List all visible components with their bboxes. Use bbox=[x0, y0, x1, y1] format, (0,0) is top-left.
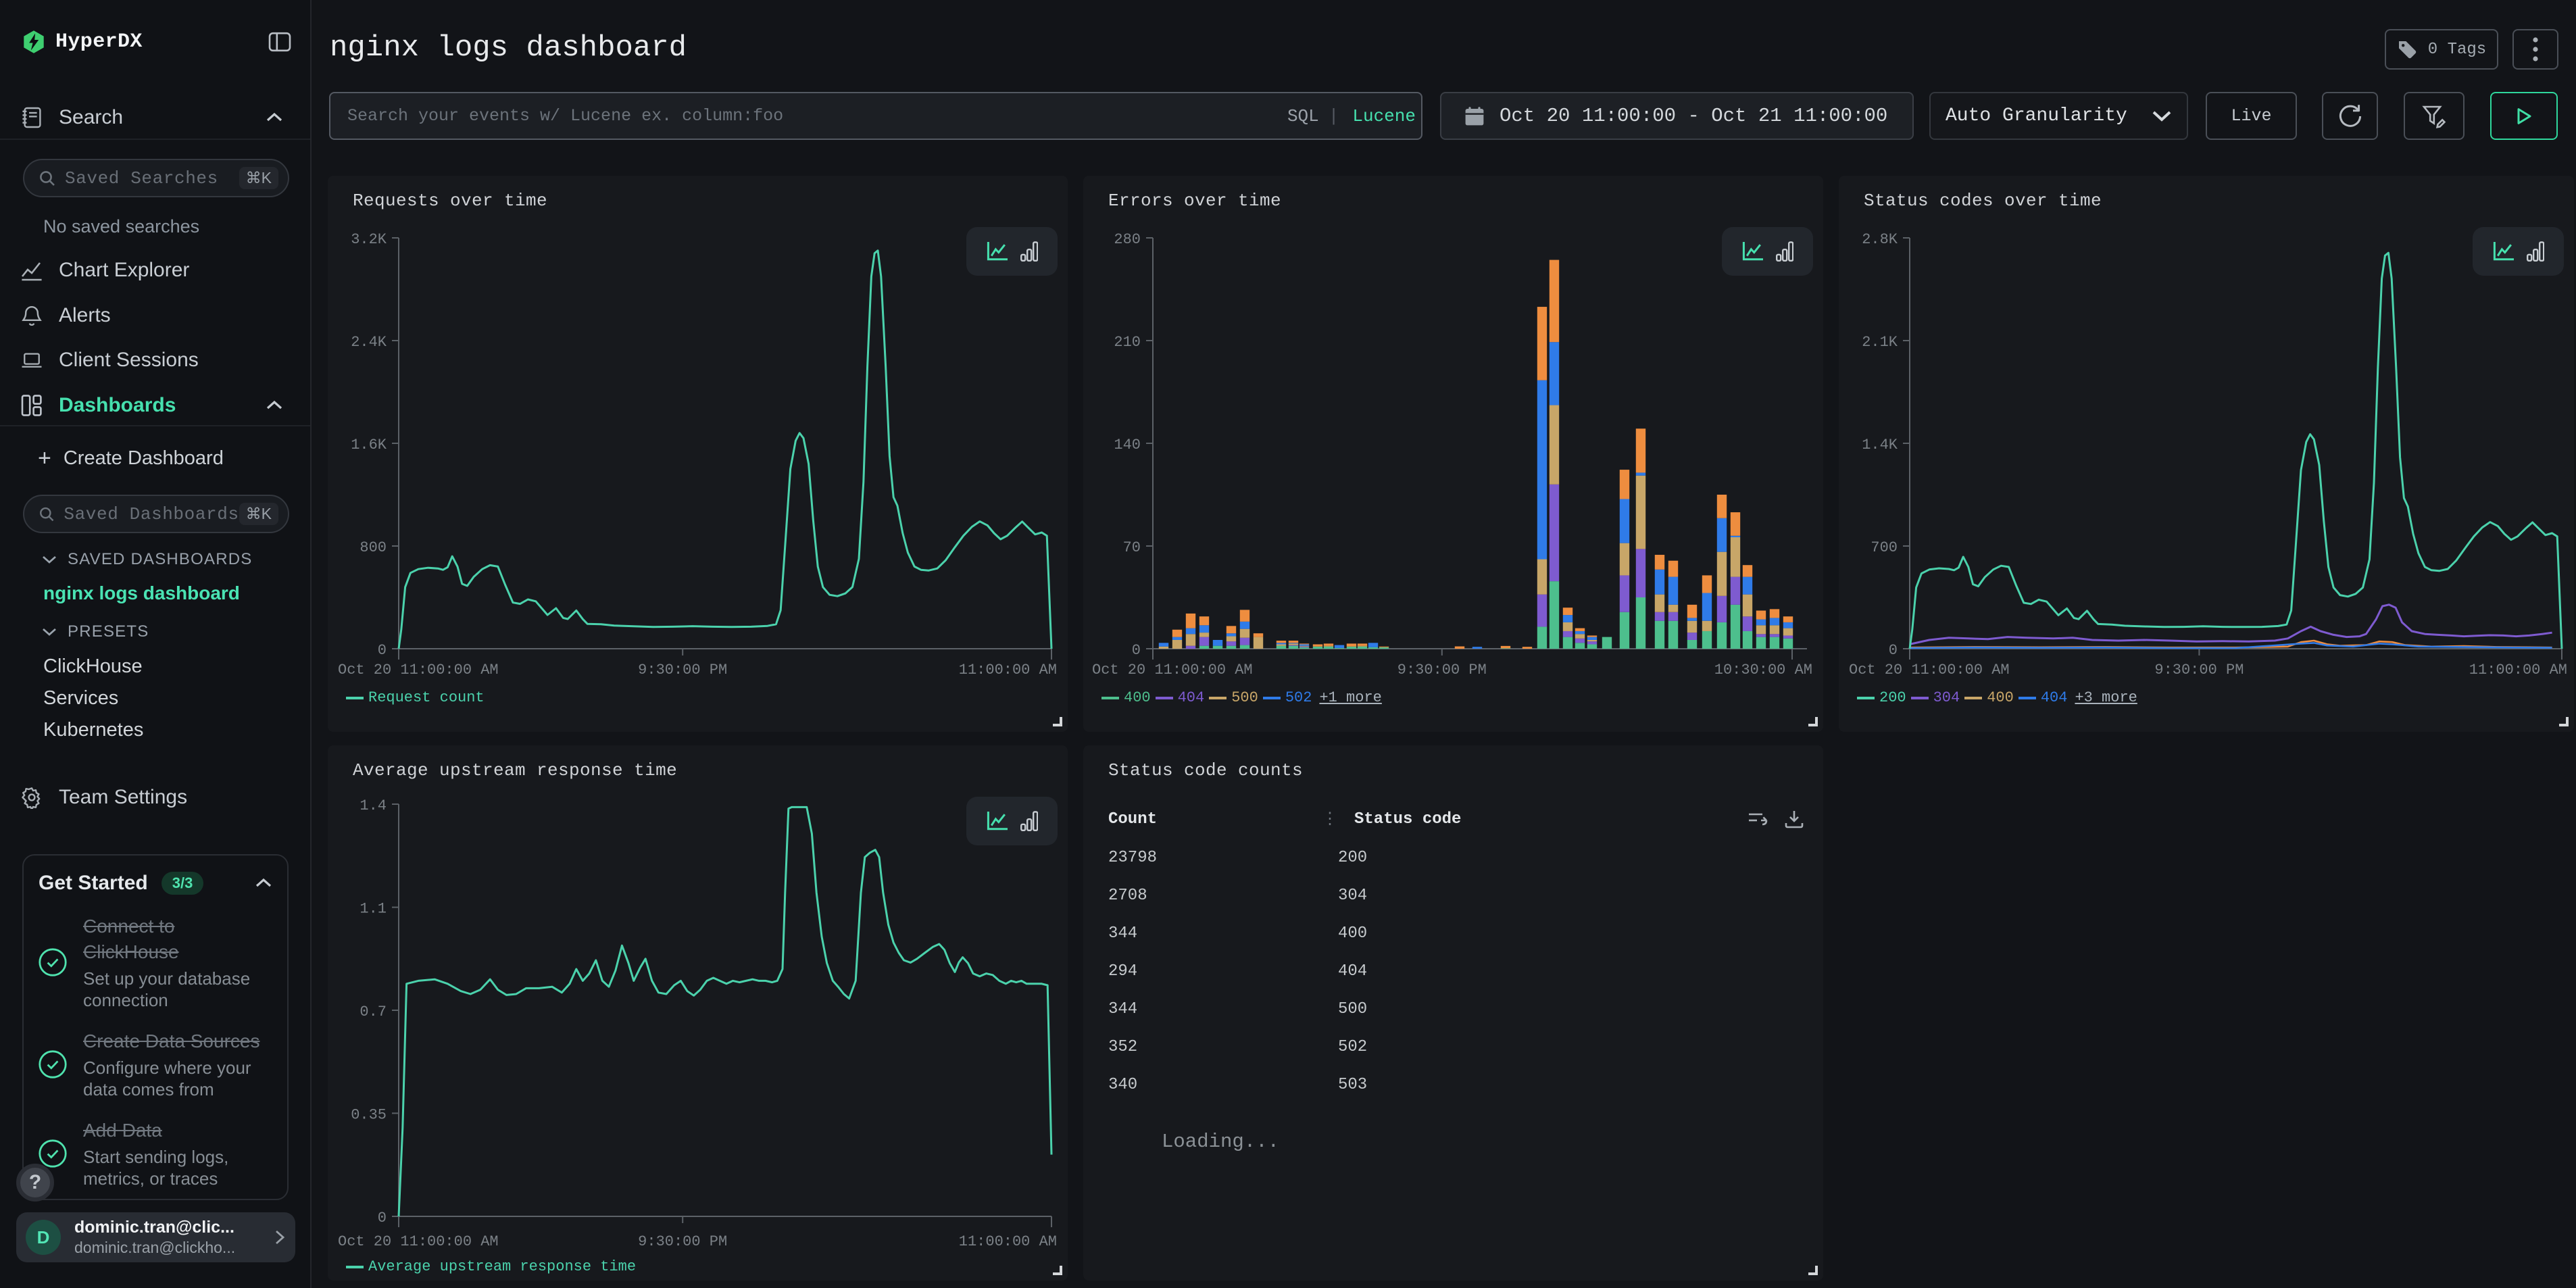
svg-text:0: 0 bbox=[1132, 642, 1141, 659]
svg-text:280: 280 bbox=[1114, 231, 1141, 248]
svg-text:1.4: 1.4 bbox=[360, 797, 387, 814]
svg-text:9:30:00 PM: 9:30:00 PM bbox=[638, 1233, 727, 1250]
svg-text:800: 800 bbox=[360, 539, 387, 556]
svg-text:2.8K: 2.8K bbox=[1862, 231, 1898, 248]
svg-text:9:30:00 PM: 9:30:00 PM bbox=[1397, 662, 1487, 678]
svg-text:1.6K: 1.6K bbox=[351, 437, 387, 453]
svg-text:140: 140 bbox=[1114, 437, 1141, 453]
svg-text:70: 70 bbox=[1123, 539, 1141, 556]
svg-text:2.4K: 2.4K bbox=[351, 334, 387, 351]
svg-text:210: 210 bbox=[1114, 334, 1141, 351]
svg-text:3.2K: 3.2K bbox=[351, 231, 387, 248]
svg-text:11:00:00 AM: 11:00:00 AM bbox=[959, 662, 1057, 678]
svg-text:0: 0 bbox=[1889, 642, 1898, 659]
svg-text:0: 0 bbox=[378, 642, 387, 659]
svg-text:11:00:00 AM: 11:00:00 AM bbox=[2469, 662, 2567, 678]
svg-text:11:00:00 AM: 11:00:00 AM bbox=[959, 1233, 1057, 1250]
svg-text:Oct 20 11:00:00 AM: Oct 20 11:00:00 AM bbox=[1849, 662, 2010, 678]
svg-text:Oct 20 11:00:00 AM: Oct 20 11:00:00 AM bbox=[338, 1233, 499, 1250]
svg-text:0.35: 0.35 bbox=[351, 1106, 387, 1123]
svg-text:700: 700 bbox=[1871, 539, 1898, 556]
svg-text:9:30:00 PM: 9:30:00 PM bbox=[638, 662, 727, 678]
svg-text:0: 0 bbox=[378, 1210, 387, 1227]
svg-text:9:30:00 PM: 9:30:00 PM bbox=[2154, 662, 2244, 678]
svg-text:Oct 20 11:00:00 AM: Oct 20 11:00:00 AM bbox=[1092, 662, 1253, 678]
svg-text:0.7: 0.7 bbox=[360, 1004, 387, 1020]
svg-text:1.1: 1.1 bbox=[360, 901, 387, 918]
svg-text:Oct 20 11:00:00 AM: Oct 20 11:00:00 AM bbox=[338, 662, 499, 678]
svg-text:2.1K: 2.1K bbox=[1862, 334, 1898, 351]
svg-text:1.4K: 1.4K bbox=[1862, 437, 1898, 453]
svg-text:10:30:00 AM: 10:30:00 AM bbox=[1714, 662, 1812, 678]
